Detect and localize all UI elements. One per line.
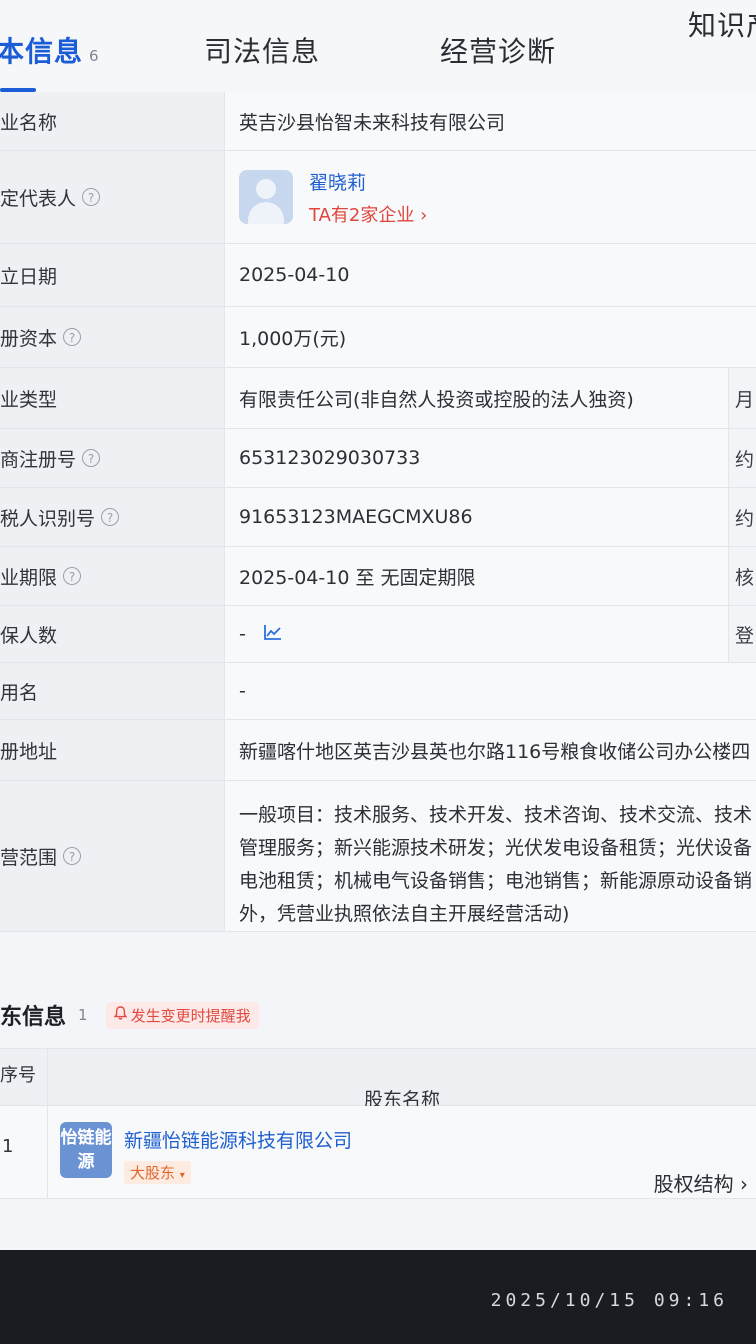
row-business-scope: 营范围 ? 一般项目：技术服务、技术开发、技术咨询、技术交流、技术 管理服务；新…: [0, 781, 756, 932]
row-tax-id: 税人识别号 ? 91653123MAEGCMXU86 约: [0, 488, 756, 547]
value-tax-id: 91653123MAEGCMXU86: [225, 488, 756, 546]
value-established: 2025-04-10: [225, 244, 756, 306]
label-text: 商注册号: [0, 448, 77, 471]
legal-rep-name-link[interactable]: 翟晓莉: [309, 168, 427, 195]
value-business-scope: 一般项目：技术服务、技术开发、技术咨询、技术交流、技术 管理服务；新兴能源技术研…: [225, 781, 756, 931]
bell-icon: [113, 1006, 128, 1024]
label-reg-no: 商注册号 ?: [0, 429, 225, 487]
basic-info-table: 业名称 英吉沙县怡智未来科技有限公司 定代表人 ? 翟晓莉 TA有2家企业 › …: [0, 92, 756, 932]
header-shareholder-name: 股东名称: [363, 1089, 440, 1111]
header-index: 序号: [0, 1049, 48, 1105]
label-tax-id: 税人识别号 ?: [0, 488, 225, 546]
label-address: 册地址: [0, 720, 225, 780]
legal-rep-text: 翟晓莉 TA有2家企业 ›: [309, 168, 427, 227]
label-former-name: 用名: [0, 663, 225, 719]
shareholder-table: 序号 股东名称 1 怡链能源 新疆怡链能源科技有限公司 大股东 ▾ 股权结构 ›: [0, 1048, 756, 1199]
table-header: 序号 股东名称: [0, 1049, 756, 1111]
tab-judicial-info[interactable]: 司法信息: [204, 30, 320, 70]
row-company-name: 业名称 英吉沙县怡智未来科技有限公司: [0, 92, 756, 151]
row-address: 册地址 新疆喀什地区英吉沙县英也尔路116号粮食收储公司办公楼四: [0, 720, 756, 781]
tab-label: 本信息: [0, 35, 84, 68]
label-capital: 册资本 ?: [0, 307, 225, 367]
value-company-type: 有限责任公司(非自然人投资或控股的法人独资): [225, 368, 756, 428]
label-text: 营范围: [0, 846, 58, 869]
avatar-head: [256, 179, 276, 199]
help-icon[interactable]: ?: [101, 508, 120, 526]
row-reg-no: 商注册号 ? 653123029030733 约: [0, 429, 756, 488]
scope-line: 电池租赁；机械电气设备销售；电池销售；新能源原动设备销: [239, 870, 753, 892]
label-legal-rep: 定代表人 ?: [0, 151, 225, 243]
label-text: 税人识别号: [0, 507, 96, 530]
label-term: 业期限 ?: [0, 547, 225, 605]
tab-basic-info[interactable]: 本信息 6: [0, 30, 100, 70]
label-insured: 保人数: [0, 606, 225, 662]
related-companies-link[interactable]: TA有2家企业 ›: [309, 201, 427, 227]
help-icon[interactable]: ?: [82, 449, 101, 467]
help-icon[interactable]: ?: [63, 567, 82, 585]
table-row: 1 怡链能源 新疆怡链能源科技有限公司 大股东 ▾ 股权结构 ›: [0, 1106, 756, 1199]
value-insured: -: [225, 606, 756, 662]
caret-down-icon: ▾: [179, 1170, 185, 1181]
scope-line: 管理服务；新兴能源技术研发；光伏发电设备租赁；光伏设备: [239, 837, 753, 859]
change-reminder-button[interactable]: 发生变更时提醒我: [105, 1001, 259, 1029]
reminder-label: 发生变更时提醒我: [130, 1006, 251, 1025]
tab-count: 6: [89, 47, 100, 65]
avatar[interactable]: [239, 170, 293, 224]
photo-timestamp: 2025/10/15 09:16: [490, 1290, 728, 1311]
screen: 本信息 6 司法信息 经营诊断 知识产 业名称 英吉沙县怡智未来科技有限公司 定代…: [0, 0, 756, 1250]
shareholder-info: 新疆怡链能源科技有限公司 大股东 ▾: [124, 1126, 352, 1198]
shareholder-name-link[interactable]: 新疆怡链能源科技有限公司: [124, 1126, 352, 1153]
right-column-fragment: 核: [728, 547, 756, 605]
label-company-type: 业类型: [0, 368, 225, 428]
label-text: 业期限: [0, 566, 58, 589]
row-established: 立日期 2025-04-10: [0, 244, 756, 307]
section-count: 1: [78, 1006, 88, 1024]
row-term: 业期限 ? 2025-04-10 至 无固定期限 核: [0, 547, 756, 606]
insured-count: -: [239, 623, 246, 645]
value-capital: 1,000万(元): [225, 307, 756, 367]
help-icon[interactable]: ?: [63, 328, 82, 346]
row-index: 1: [0, 1106, 48, 1198]
trend-chart-icon[interactable]: [263, 624, 282, 645]
right-column-fragment: 登: [728, 606, 756, 662]
label-business-scope: 营范围 ?: [0, 781, 225, 931]
major-shareholder-tag[interactable]: 大股东 ▾: [124, 1161, 191, 1184]
tab-business-diagnosis[interactable]: 经营诊断: [440, 30, 556, 70]
right-column-fragment: 约: [728, 429, 756, 487]
scope-line: 外，凭营业执照依法自主开展经营活动): [239, 903, 570, 925]
avatar-body: [248, 202, 284, 224]
value-legal-rep: 翟晓莉 TA有2家企业 ›: [225, 151, 756, 243]
value-reg-no: 653123029030733: [225, 429, 756, 487]
equity-structure-link[interactable]: 股权结构 ›: [654, 1168, 748, 1197]
help-icon[interactable]: ?: [82, 188, 101, 206]
value-former-name: -: [225, 663, 756, 719]
company-logo[interactable]: 怡链能源: [60, 1122, 112, 1178]
row-insured: 保人数 - 登: [0, 606, 756, 663]
right-column-fragment: 月: [728, 368, 756, 428]
help-icon[interactable]: ?: [63, 847, 82, 865]
right-column-fragment: 约: [728, 488, 756, 546]
value-company-name: 英吉沙县怡智未来科技有限公司: [225, 92, 756, 150]
tab-intellectual-property[interactable]: 知识产: [688, 4, 756, 44]
value-address: 新疆喀什地区英吉沙县英也尔路116号粮食收储公司办公楼四: [225, 720, 756, 780]
value-term: 2025-04-10 至 无固定期限: [225, 547, 756, 605]
row-capital: 册资本 ? 1,000万(元): [0, 307, 756, 368]
label-text: 册资本: [0, 327, 58, 350]
shareholder-section-header: 东信息 1 发生变更时提醒我: [0, 990, 756, 1040]
row-legal-rep: 定代表人 ? 翟晓莉 TA有2家企业 ›: [0, 151, 756, 244]
section-title: 东信息: [0, 1005, 67, 1030]
tab-bar: 本信息 6 司法信息 经营诊断 知识产: [0, 0, 756, 93]
row-former-name: 用名 -: [0, 663, 756, 720]
tag-label: 大股东: [130, 1164, 176, 1182]
label-text: 定代表人: [0, 187, 77, 210]
row-company-type: 业类型 有限责任公司(非自然人投资或控股的法人独资) 月: [0, 368, 756, 429]
label-established: 立日期: [0, 244, 225, 306]
scope-line: 一般项目：技术服务、技术开发、技术咨询、技术交流、技术: [239, 804, 753, 826]
label-company-name: 业名称: [0, 92, 225, 150]
